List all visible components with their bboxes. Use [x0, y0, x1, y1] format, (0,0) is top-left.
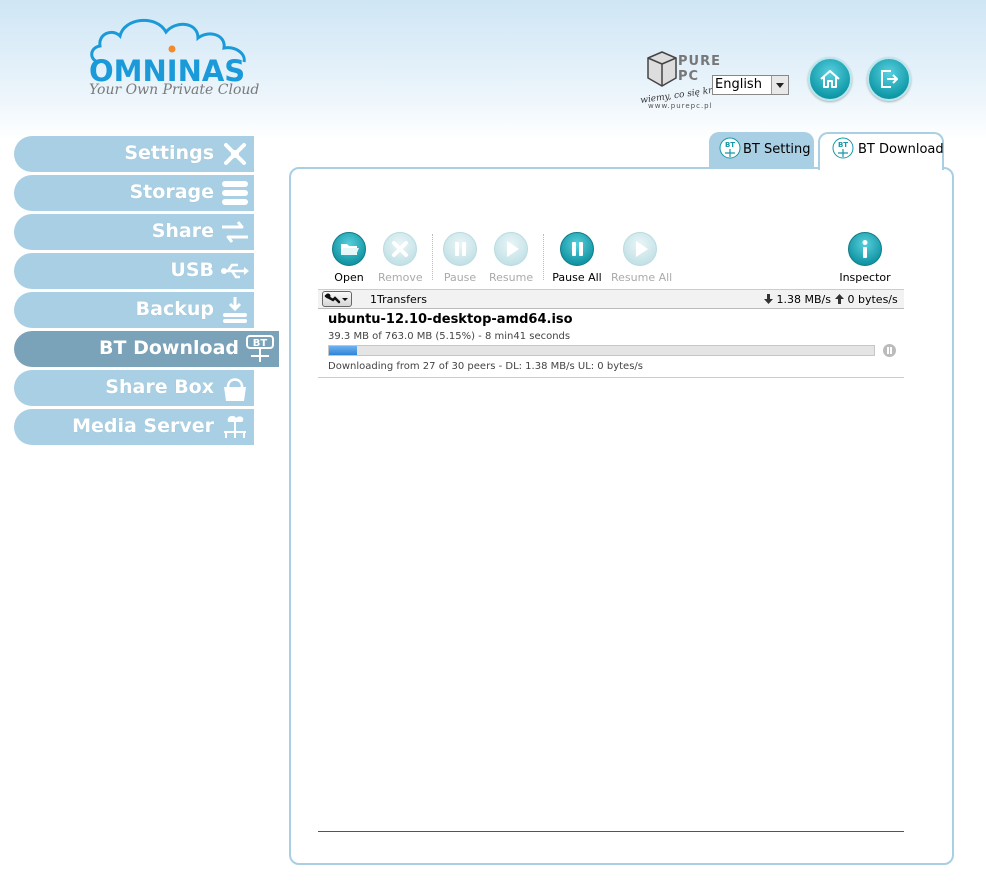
- sidebar-item-label: BT Download: [99, 337, 239, 359]
- settings-icon: [224, 143, 246, 165]
- pause-icon: [572, 242, 583, 256]
- resume-button[interactable]: Resume: [489, 232, 533, 284]
- pause-button[interactable]: Pause: [440, 232, 480, 284]
- pause-all-label: Pause All: [552, 271, 602, 284]
- purepc-url: www.purepc.pl: [648, 102, 713, 110]
- bt-icon: BT: [719, 137, 741, 159]
- sidebar-item-settings[interactable]: Settings: [14, 136, 254, 172]
- sidebar-item-usb[interactable]: USB: [14, 253, 254, 289]
- home-button[interactable]: [808, 57, 852, 101]
- bt-icon: BT: [832, 137, 854, 159]
- sidebar-nav: Settings Storage Share USB Backup BT Dow…: [14, 136, 284, 448]
- sidebar-item-label: USB: [170, 259, 214, 281]
- svg-text:BT: BT: [838, 141, 848, 149]
- svg-text:BT: BT: [253, 338, 268, 349]
- omninas-logo: OMNINAS Your Own Private Cloud: [86, 14, 266, 104]
- bt-icon: BT: [246, 335, 274, 362]
- folder-open-icon: [341, 244, 359, 255]
- pause-icon: [455, 242, 466, 256]
- sidebar-item-label: Storage: [129, 181, 215, 203]
- tab-label: BT Setting: [743, 142, 811, 157]
- sidebar-item-bt-download[interactable]: BT Download BT: [14, 331, 279, 367]
- wrench-icon: [324, 293, 348, 304]
- list-item[interactable]: ubuntu-12.10-desktop-amd64.iso 39.3 MB o…: [318, 309, 904, 378]
- inspector-button[interactable]: Inspector: [838, 232, 892, 284]
- torrent-progress-text: 39.3 MB of 763.0 MB (5.15%) - 8 min41 se…: [328, 331, 571, 342]
- backup-icon: [223, 297, 247, 323]
- remove-label: Remove: [378, 271, 423, 284]
- play-icon: [507, 241, 519, 257]
- upload-rate-value: 0 bytes/s: [847, 293, 898, 306]
- share-icon: [222, 221, 248, 243]
- language-value: English: [715, 77, 762, 92]
- settings-menu-button[interactable]: [322, 291, 352, 307]
- language-select[interactable]: English: [712, 75, 789, 95]
- logo-tagline: Your Own Private Cloud: [89, 82, 260, 98]
- tab-bt-setting[interactable]: BT BT Setting: [709, 132, 814, 168]
- sidebar-item-label: Media Server: [72, 415, 214, 437]
- info-icon: [862, 240, 868, 258]
- resume-all-label: Resume All: [611, 271, 673, 284]
- pause-label: Pause: [443, 271, 477, 284]
- download-rate-value: 1.38 MB/s: [776, 293, 831, 306]
- resume-label: Resume: [489, 271, 534, 284]
- open-button[interactable]: Open: [329, 232, 369, 284]
- torrent-peers-text: Downloading from 27 of 30 peers - DL: 1.…: [328, 361, 643, 372]
- toolbar-divider: [543, 234, 544, 280]
- upload-rate: 0 bytes/s: [835, 293, 898, 306]
- sidebar-item-backup[interactable]: Backup: [14, 292, 254, 328]
- arrow-up-icon: [835, 294, 844, 304]
- sidebar-item-label: Share: [151, 220, 214, 242]
- pause-all-button[interactable]: Pause All: [552, 232, 602, 284]
- tab-bt-download[interactable]: BT BT Download: [818, 132, 944, 170]
- sidebar-item-share-box[interactable]: Share Box: [14, 370, 254, 406]
- usb-icon: [221, 263, 249, 279]
- tab-label: BT Download: [858, 142, 944, 157]
- play-icon: [636, 241, 648, 257]
- transfers-count: 1Transfers: [370, 293, 427, 306]
- progress-fill: [329, 346, 358, 355]
- download-rate: 1.38 MB/s: [764, 293, 831, 306]
- remove-button[interactable]: Remove: [378, 232, 423, 284]
- svg-text:BT: BT: [725, 141, 735, 149]
- resume-all-button[interactable]: Resume All: [611, 232, 673, 284]
- storage-icon: [222, 181, 248, 205]
- arrow-down-icon: [764, 294, 773, 304]
- divider: [318, 831, 904, 832]
- home-icon: [820, 70, 840, 88]
- close-icon: [392, 241, 408, 257]
- sidebar-item-share[interactable]: Share: [14, 214, 254, 250]
- chevron-down-icon[interactable]: [771, 76, 788, 94]
- transfer-status-bar: 1Transfers 1.38 MB/s 0 bytes/s: [318, 289, 904, 309]
- logout-icon: [881, 70, 898, 88]
- inspector-label: Inspector: [839, 271, 891, 284]
- open-label: Open: [334, 271, 364, 284]
- torrent-name: ubuntu-12.10-desktop-amd64.iso: [328, 312, 573, 327]
- logout-button[interactable]: [867, 57, 911, 101]
- sidebar-item-label: Share Box: [105, 376, 214, 398]
- toolbar-divider: [432, 234, 433, 280]
- sharebox-icon: [224, 378, 246, 401]
- sidebar-item-media-server[interactable]: Media Server: [14, 409, 254, 445]
- media-server-icon: [224, 415, 246, 438]
- progress-bar: [328, 345, 875, 356]
- sidebar-item-storage[interactable]: Storage: [14, 175, 254, 211]
- purepc-cube-icon: [647, 51, 677, 87]
- sidebar-item-label: Settings: [124, 142, 214, 164]
- pause-torrent-button[interactable]: [883, 344, 896, 357]
- sidebar-item-label: Backup: [135, 298, 214, 320]
